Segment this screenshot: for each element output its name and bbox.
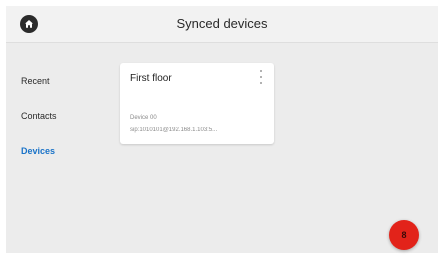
sidebar-item-devices[interactable]: Devices xyxy=(21,146,111,157)
device-name: First floor xyxy=(130,73,172,84)
device-label: Device 00 xyxy=(130,115,157,121)
page-title: Synced devices xyxy=(176,16,268,31)
device-card[interactable]: First floor Device 00 sip:1010101@192.16… xyxy=(120,63,274,144)
kebab-dot-icon xyxy=(260,82,262,84)
fab-label: 8 xyxy=(401,230,407,240)
more-options-button[interactable] xyxy=(258,70,264,84)
device-address: sip:1010101@192.168.1.103:5... xyxy=(130,127,218,133)
sidebar: Recent Contacts Devices xyxy=(21,76,111,181)
app-window: Synced devices Recent Contacts Devices F… xyxy=(6,6,438,253)
top-bar: Synced devices xyxy=(6,6,438,43)
sidebar-item-contacts[interactable]: Contacts xyxy=(21,111,111,122)
sidebar-item-recent[interactable]: Recent xyxy=(21,76,111,87)
kebab-dot-icon xyxy=(260,76,262,78)
kebab-dot-icon xyxy=(260,70,262,72)
fab-button[interactable]: 8 xyxy=(389,220,419,250)
